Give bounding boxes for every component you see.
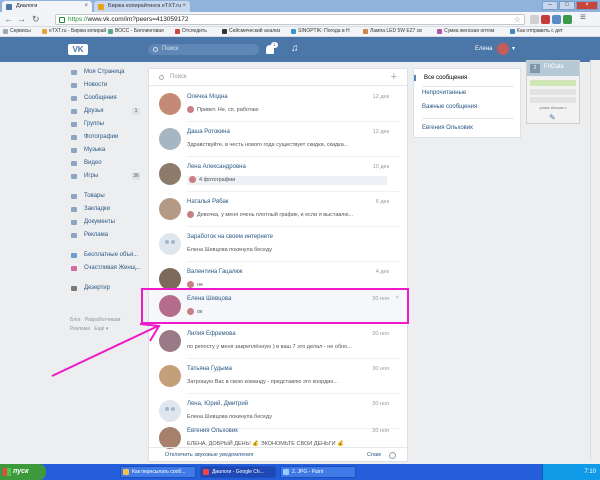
windows-taskbar: пуск Как пересылать сооб... Диалоги - Go… <box>0 464 600 480</box>
window-icon <box>123 469 129 475</box>
taskbar-item[interactable]: Как пересылать сооб... <box>120 466 196 478</box>
annotation-arrow <box>51 323 161 377</box>
taskbar-item-active[interactable]: Диалоги - Google Ch... <box>200 466 276 478</box>
paint-icon <box>283 469 289 475</box>
chrome-icon <box>203 469 209 475</box>
clock: 7:10 <box>584 469 596 475</box>
windows-flag-icon <box>3 468 11 476</box>
system-tray: 7:10 <box>542 464 600 480</box>
taskbar-item[interactable]: 2. JPG - Paint <box>280 466 356 478</box>
start-button[interactable]: пуск <box>0 464 46 480</box>
